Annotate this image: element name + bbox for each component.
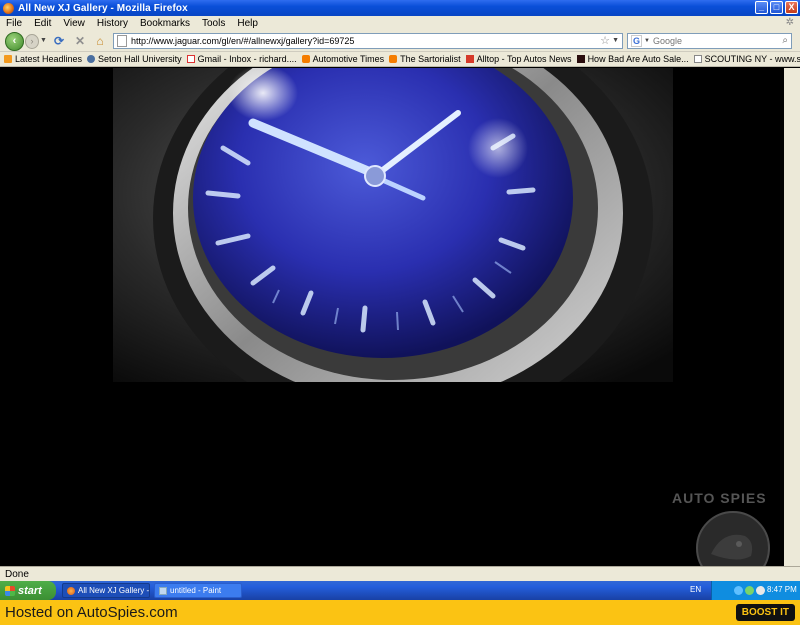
minimize-button[interactable]: _ — [755, 1, 768, 14]
bookmarks-toolbar: Latest Headlines Seton Hall University G… — [0, 52, 800, 67]
network-icon[interactable] — [734, 586, 743, 595]
status-bar: Done — [0, 566, 800, 581]
stop-icon[interactable]: ✕ — [73, 34, 87, 48]
boost-it-button[interactable]: BOOST IT — [735, 604, 795, 621]
status-text: Done — [5, 569, 29, 580]
bookmark-gmail[interactable]: Gmail - Inbox - richard.... — [186, 54, 297, 64]
window-title: All New XJ Gallery - Mozilla Firefox — [18, 2, 188, 14]
search-engine-dropdown-icon[interactable]: ▼ — [644, 38, 650, 44]
search-bar[interactable]: G ▼ ⌕ — [627, 33, 792, 49]
site-icon — [576, 55, 585, 63]
autospies-watermark: AUTO SPIES — [672, 490, 767, 506]
hosted-text: Hosted on AutoSpies.com — [5, 604, 178, 621]
window-titlebar[interactable]: All New XJ Gallery - Mozilla Firefox _ □… — [0, 0, 800, 16]
menu-tools[interactable]: Tools — [202, 18, 225, 29]
gallery-image-clock[interactable] — [113, 68, 673, 382]
close-button[interactable]: X — [785, 1, 798, 14]
bookmark-star-icon[interactable]: ☆ — [600, 34, 610, 47]
bookmark-auto-sales[interactable]: How Bad Are Auto Sale... — [576, 54, 689, 64]
bookmark-seton-hall[interactable]: Seton Hall University — [87, 54, 182, 64]
search-icon[interactable]: ⌕ — [782, 35, 788, 46]
history-dropdown-icon[interactable]: ▼ — [40, 37, 47, 44]
forward-button[interactable]: › — [25, 34, 39, 49]
bookmark-latest-headlines[interactable]: Latest Headlines — [4, 54, 82, 64]
rss-icon — [4, 55, 12, 63]
activity-gear-icon: ✲ — [785, 17, 794, 28]
firefox-icon — [3, 2, 14, 14]
page-icon — [693, 55, 702, 63]
blogger-icon — [389, 55, 398, 63]
forward-arrow-icon: › — [30, 36, 34, 46]
bookmark-automotive-times[interactable]: Automotive Times — [301, 54, 384, 64]
antivirus-icon[interactable] — [745, 586, 754, 595]
start-label: start — [18, 584, 42, 597]
clock: 8:47 PM — [767, 585, 797, 594]
alltop-icon — [465, 55, 474, 63]
clock-photo — [113, 68, 673, 382]
bookmark-scouting-ny[interactable]: SCOUTING NY - www.s... — [693, 54, 800, 64]
menu-help[interactable]: Help — [237, 18, 258, 29]
taskbar-item-paint[interactable]: untitled - Paint — [154, 583, 242, 598]
start-button[interactable]: start — [0, 581, 56, 600]
menu-view[interactable]: View — [63, 18, 85, 29]
firefox-icon — [67, 586, 75, 595]
maximize-button[interactable]: □ — [770, 1, 783, 14]
gmail-icon — [186, 55, 195, 63]
taskbar-item-firefox[interactable]: All New XJ Gallery - M... — [62, 583, 150, 598]
search-input[interactable] — [652, 36, 773, 46]
menu-file[interactable]: File — [6, 18, 22, 29]
paint-icon — [159, 586, 167, 595]
menu-bar: File Edit View History Bookmarks Tools H… — [0, 16, 800, 30]
windows-taskbar: start All New XJ Gallery - M... untitled… — [0, 581, 800, 600]
window-right-edge — [784, 68, 800, 566]
address-bar[interactable]: ☆ ▼ — [113, 33, 623, 49]
volume-icon[interactable] — [756, 586, 765, 595]
bookmark-sartorialist[interactable]: The Sartorialist — [389, 54, 461, 64]
system-tray: EN 8:47 PM — [690, 581, 800, 600]
url-dropdown-icon[interactable]: ▼ — [612, 37, 619, 44]
hosted-footer: Hosted on AutoSpies.com BOOST IT — [0, 600, 800, 625]
menu-history[interactable]: History — [97, 18, 128, 29]
window-controls: _ □ X — [755, 1, 798, 14]
home-icon[interactable]: ⌂ — [93, 34, 107, 48]
url-input[interactable] — [131, 36, 591, 46]
page-icon — [117, 35, 127, 47]
language-indicator[interactable]: EN — [690, 585, 701, 594]
bookmark-alltop[interactable]: Alltop - Top Autos News — [465, 54, 572, 64]
windows-flag-icon — [5, 585, 15, 596]
blogger-icon — [301, 55, 310, 63]
menu-bookmarks[interactable]: Bookmarks — [140, 18, 190, 29]
reload-icon[interactable]: ⟳ — [52, 34, 66, 48]
navigation-toolbar: ‹ › ▼ ⟳ ✕ ⌂ ☆ ▼ G ▼ ⌕ — [0, 30, 800, 52]
back-button[interactable]: ‹ — [5, 32, 24, 51]
google-icon[interactable]: G — [631, 35, 643, 47]
menu-edit[interactable]: Edit — [34, 18, 51, 29]
university-icon — [87, 55, 96, 63]
back-arrow-icon: ‹ — [12, 35, 17, 47]
